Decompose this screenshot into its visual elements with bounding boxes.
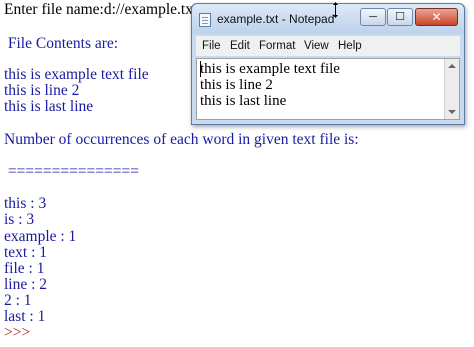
word-count-file: file : 1 — [4, 260, 45, 277]
shell-line-separator: =============== — [4, 163, 139, 180]
scroll-down-icon[interactable] — [448, 110, 456, 114]
menu-file[interactable]: File — [202, 36, 221, 56]
notepad-titlebar[interactable]: example.txt - Notepad ─ ☐ ✕ — [192, 4, 464, 34]
word-count-2: 2 : 1 — [4, 292, 32, 309]
menu-edit[interactable]: Edit — [230, 36, 250, 56]
scroll-up-icon[interactable] — [448, 64, 456, 68]
notepad-title: example.txt - Notepad — [217, 12, 335, 26]
menu-format[interactable]: Format — [259, 36, 295, 56]
text-caret — [200, 61, 201, 77]
word-count-line: line : 2 — [4, 276, 48, 293]
maximize-button[interactable]: ☐ — [387, 8, 413, 26]
shell-prompt[interactable]: >>> — [4, 325, 30, 341]
notepad-window[interactable]: example.txt - Notepad ─ ☐ ✕ File Edit Fo… — [191, 3, 465, 125]
word-count-text: text : 1 — [4, 244, 48, 261]
notepad-text-area[interactable]: this is example text file this is line 2… — [196, 58, 460, 120]
shell-line-input-prompt: Enter file name:d://example.txt — [4, 1, 198, 18]
word-count-last: last : 1 — [4, 308, 46, 325]
word-count-is: is : 3 — [4, 211, 35, 228]
shell-line-file-3: this is last line — [4, 98, 94, 115]
shell-line-contents-header: File Contents are: — [4, 35, 119, 52]
shell-line-file-2: this is line 2 — [4, 82, 80, 99]
minimize-button[interactable]: ─ — [360, 8, 386, 26]
word-count-example: example : 1 — [4, 228, 77, 245]
resize-cursor-icon — [333, 2, 338, 18]
notepad-icon — [199, 13, 211, 27]
notepad-menubar: File Edit Format View Help — [196, 36, 460, 56]
close-button[interactable]: ✕ — [415, 8, 458, 26]
notepad-content: this is example text file this is line 2… — [200, 61, 340, 109]
menu-help[interactable]: Help — [338, 36, 362, 56]
shell-line-file-1: this is example text file — [4, 66, 149, 83]
menu-view[interactable]: View — [304, 36, 329, 56]
vertical-scrollbar[interactable] — [444, 59, 459, 119]
word-count-this: this : 3 — [4, 195, 47, 212]
shell-line-occurrences-header: Number of occurrences of each word in gi… — [4, 131, 359, 148]
